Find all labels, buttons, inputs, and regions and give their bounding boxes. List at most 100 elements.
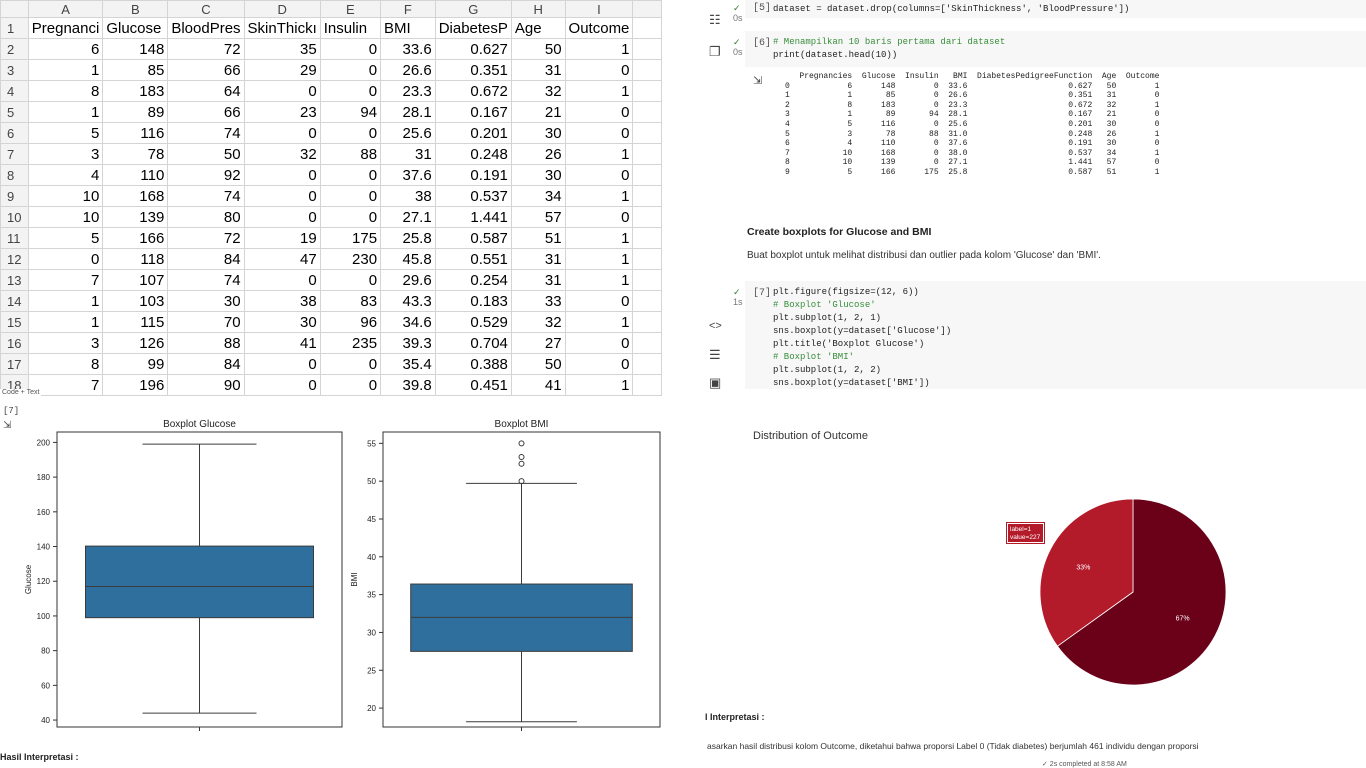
empty-cell[interactable] xyxy=(632,227,662,249)
column-letter[interactable]: I xyxy=(564,0,634,18)
data-cell[interactable]: 10 xyxy=(27,185,104,207)
data-cell[interactable]: 116 xyxy=(102,122,169,144)
empty-cell[interactable] xyxy=(632,206,662,228)
row-header[interactable]: 15 xyxy=(0,311,29,333)
cell-code[interactable]: print(dataset.head(10)) xyxy=(773,49,897,62)
data-cell[interactable]: 126 xyxy=(102,332,169,354)
data-cell[interactable]: 31 xyxy=(510,248,566,270)
folder-icon[interactable]: ❐ xyxy=(709,44,721,60)
empty-cell[interactable] xyxy=(632,164,662,186)
data-cell[interactable]: 34.6 xyxy=(380,311,436,333)
data-cell[interactable]: 1 xyxy=(564,227,634,249)
glasses-icon[interactable]: ☷ xyxy=(709,12,721,28)
data-cell[interactable]: 32 xyxy=(510,311,566,333)
row-header[interactable]: 8 xyxy=(0,164,29,186)
data-cell[interactable]: 175 xyxy=(319,227,382,249)
data-cell[interactable]: 0.351 xyxy=(434,59,512,81)
code-cell-5[interactable]: ✓ 0s [5] dataset = dataset.drop(columns=[… xyxy=(733,0,1366,23)
data-cell[interactable]: 94 xyxy=(319,101,382,123)
empty-cell[interactable] xyxy=(632,353,662,375)
data-cell[interactable]: 148 xyxy=(102,38,169,60)
data-cell[interactable]: 0 xyxy=(243,80,321,102)
data-cell[interactable]: 1 xyxy=(564,80,634,102)
data-cell[interactable]: 168 xyxy=(102,185,169,207)
column-letter[interactable]: E xyxy=(319,0,382,18)
data-cell[interactable]: 1 xyxy=(27,311,104,333)
column-letter[interactable]: D xyxy=(243,0,321,18)
data-cell[interactable]: 0 xyxy=(319,185,382,207)
data-cell[interactable]: 0 xyxy=(243,269,321,291)
column-header-cell[interactable]: Outcome xyxy=(564,17,634,39)
data-cell[interactable]: 0 xyxy=(564,290,634,312)
column-letter[interactable]: H xyxy=(510,0,566,18)
data-cell[interactable]: 0.672 xyxy=(434,80,512,102)
data-cell[interactable]: 230 xyxy=(319,248,382,270)
code-cell-6[interactable]: ✓ 0s [6] # Menampilkan 10 baris pertama d… xyxy=(733,31,1366,67)
row-header[interactable]: 6 xyxy=(0,122,29,144)
data-cell[interactable]: 196 xyxy=(102,374,169,396)
data-cell[interactable]: 72 xyxy=(167,227,245,249)
data-cell[interactable]: 3 xyxy=(27,332,104,354)
data-cell[interactable]: 0.451 xyxy=(434,374,512,396)
data-cell[interactable]: 0 xyxy=(564,206,634,228)
data-cell[interactable]: 0 xyxy=(319,38,382,60)
terminal-icon[interactable]: ▣ xyxy=(709,375,721,391)
data-cell[interactable]: 33.6 xyxy=(380,38,436,60)
row-header[interactable]: 3 xyxy=(0,59,29,81)
data-cell[interactable]: 0.183 xyxy=(434,290,512,312)
data-cell[interactable]: 35 xyxy=(243,38,321,60)
cell-code[interactable]: plt.figure(figsize=(12, 6)) # Boxplot 'Gl… xyxy=(773,286,951,390)
data-cell[interactable]: 88 xyxy=(319,143,382,165)
empty-cell[interactable] xyxy=(632,59,662,81)
empty-cell[interactable] xyxy=(632,38,662,60)
data-cell[interactable]: 8 xyxy=(27,353,104,375)
data-cell[interactable]: 115 xyxy=(102,311,169,333)
column-letter[interactable] xyxy=(632,0,662,18)
data-cell[interactable]: 74 xyxy=(167,122,245,144)
column-header-cell[interactable]: Pregnanci xyxy=(27,17,104,39)
run-status-icon[interactable]: ✓ 0s xyxy=(733,3,743,23)
data-cell[interactable]: 27.1 xyxy=(380,206,436,228)
data-cell[interactable]: 0 xyxy=(27,248,104,270)
data-cell[interactable]: 1 xyxy=(564,269,634,291)
data-cell[interactable]: 89 xyxy=(102,101,169,123)
data-cell[interactable]: 33 xyxy=(510,290,566,312)
data-cell[interactable]: 23 xyxy=(243,101,321,123)
data-cell[interactable]: 39.3 xyxy=(380,332,436,354)
row-header[interactable]: 1 xyxy=(0,17,29,39)
empty-cell[interactable] xyxy=(632,374,662,396)
run-status-icon[interactable]: ✓ 1s xyxy=(733,287,743,307)
row-header[interactable]: 11 xyxy=(0,227,29,249)
data-cell[interactable]: 51 xyxy=(510,227,566,249)
data-cell[interactable]: 47 xyxy=(243,248,321,270)
output-toggle-icon[interactable]: ⇲ xyxy=(753,74,762,87)
column-letter[interactable]: B xyxy=(102,0,169,18)
data-cell[interactable]: 29.6 xyxy=(380,269,436,291)
column-letter[interactable]: F xyxy=(380,0,436,18)
column-header-cell[interactable]: Insulin xyxy=(319,17,382,39)
data-cell[interactable]: 0 xyxy=(319,353,382,375)
empty-cell[interactable] xyxy=(632,185,662,207)
data-cell[interactable]: 0.704 xyxy=(434,332,512,354)
data-cell[interactable]: 80 xyxy=(167,206,245,228)
row-header[interactable]: 14 xyxy=(0,290,29,312)
data-cell[interactable]: 27 xyxy=(510,332,566,354)
data-cell[interactable]: 0.167 xyxy=(434,101,512,123)
data-cell[interactable]: 74 xyxy=(167,269,245,291)
data-cell[interactable]: 37.6 xyxy=(380,164,436,186)
column-header-cell[interactable]: DiabetesP xyxy=(434,17,512,39)
data-cell[interactable]: 0.388 xyxy=(434,353,512,375)
data-cell[interactable]: 26 xyxy=(510,143,566,165)
data-cell[interactable]: 235 xyxy=(319,332,382,354)
row-header[interactable]: 7 xyxy=(0,143,29,165)
row-header[interactable]: 9 xyxy=(0,185,29,207)
data-cell[interactable]: 50 xyxy=(510,353,566,375)
data-cell[interactable]: 83 xyxy=(319,290,382,312)
code-icon[interactable]: <> xyxy=(709,320,722,332)
data-cell[interactable]: 1 xyxy=(564,248,634,270)
data-cell[interactable]: 34 xyxy=(510,185,566,207)
corner-cell[interactable] xyxy=(0,0,29,18)
data-cell[interactable]: 38 xyxy=(243,290,321,312)
data-cell[interactable]: 96 xyxy=(319,311,382,333)
empty-cell[interactable] xyxy=(632,269,662,291)
